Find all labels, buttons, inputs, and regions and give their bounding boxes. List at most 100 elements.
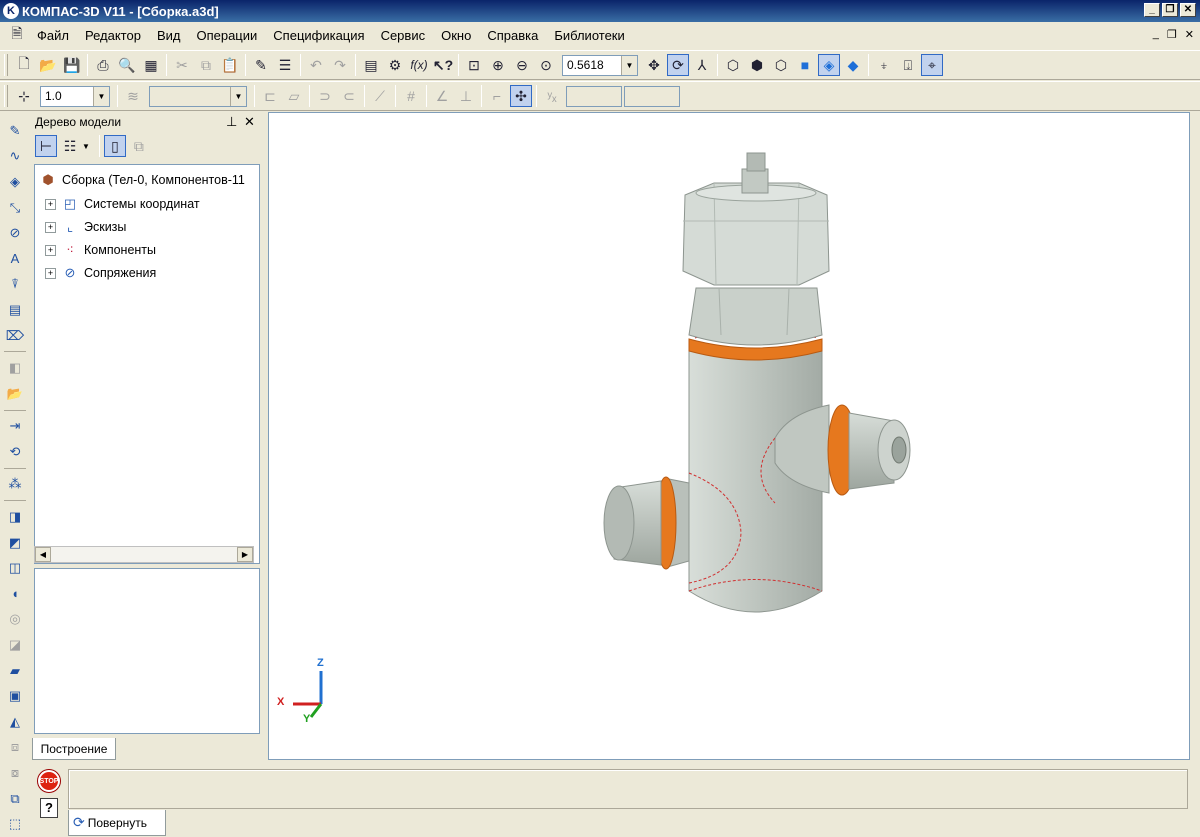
surface-icon[interactable]: ◈ [4, 171, 26, 193]
shell-icon[interactable]: ◫ [4, 557, 26, 579]
dimension-icon[interactable]: A [4, 248, 26, 270]
snap-magnet-icon[interactable]: ⊃ [314, 85, 336, 107]
fillet-icon[interactable]: ◖ [4, 583, 26, 605]
create-part-icon[interactable]: ◧ [4, 357, 26, 379]
expand-icon[interactable]: + [45, 198, 56, 210]
layer-select[interactable]: ▼ [149, 85, 247, 107]
coord-y-field[interactable] [624, 85, 680, 107]
chevron-down-icon[interactable]: ▼ [93, 86, 109, 106]
tree-item-mates[interactable]: + ⊘ Сопряжения [45, 262, 156, 284]
menu-window[interactable]: Окно [433, 28, 479, 43]
hidden-thin-icon[interactable]: ⬡ [770, 54, 792, 76]
edit-in-place-icon[interactable]: ⌖ [921, 54, 943, 76]
new-icon[interactable]: 🗋 [13, 54, 35, 76]
tree-item-coordinate-systems[interactable]: + ◰ Системы координат [45, 193, 200, 215]
scroll-right-icon[interactable]: ▶ [237, 547, 253, 562]
tree-copy-icon[interactable]: ⧉ [128, 135, 150, 157]
tree-horizontal-scrollbar[interactable]: ◀ ▶ [34, 546, 254, 563]
menu-edit[interactable]: Редактор [77, 28, 149, 43]
cube-icon[interactable]: ⬚ [4, 813, 26, 835]
mirror-icon[interactable]: ⧈ [4, 737, 26, 759]
orientation-icon[interactable]: ⅄ [691, 54, 713, 76]
print-icon[interactable]: ⎙ [92, 54, 114, 76]
tree-item-assembly[interactable]: ⬢ Сборка (Тел-0, Компонентов-11 [39, 169, 245, 191]
halftone-icon[interactable]: ■ [794, 54, 816, 76]
undo-icon[interactable]: ↶ [305, 54, 327, 76]
move-component-icon[interactable]: ⇥ [4, 416, 26, 438]
tree-item-sketches[interactable]: + ⌞ Эскизы [45, 216, 126, 238]
tree-structure-icon[interactable]: ⊢ [35, 135, 57, 157]
zoom-out-icon[interactable]: ⊖ [511, 54, 533, 76]
spec-icon[interactable]: ▤ [4, 299, 26, 321]
filter-icon[interactable]: ⍖ [873, 54, 895, 76]
variables-icon[interactable]: f(x) [408, 54, 430, 76]
cursor-snap-icon[interactable]: ✣ [510, 85, 532, 107]
tree-filter-icon[interactable]: ☷ [59, 135, 81, 157]
menu-service[interactable]: Сервис [373, 28, 434, 43]
menu-help[interactable]: Справка [479, 28, 546, 43]
axis-icon[interactable]: ⊥ [455, 85, 477, 107]
manager-icon[interactable]: ▤ [360, 54, 382, 76]
close-icon[interactable]: ✕ [244, 114, 255, 130]
halftone-outline-icon[interactable]: ◈ [818, 54, 840, 76]
menu-operations[interactable]: Операции [188, 28, 265, 43]
chamfer-icon[interactable]: ◪ [4, 634, 26, 656]
perspective-icon[interactable]: ◆ [842, 54, 864, 76]
coordinates-icon[interactable]: ʸₓ [541, 85, 563, 107]
zoom-in-icon[interactable]: ⊕ [487, 54, 509, 76]
chevron-down-icon[interactable]: ▼ [82, 142, 90, 151]
extrude-icon[interactable]: ◨ [4, 506, 26, 528]
zoom-fit-icon[interactable]: ⊙ [535, 54, 557, 76]
snap-point-icon[interactable]: ⊂ [338, 85, 360, 107]
cursor-icon[interactable]: ⌐ [486, 85, 508, 107]
valve-assembly-render[interactable] [269, 113, 1191, 761]
hidden-lines-icon[interactable]: ⬢ [746, 54, 768, 76]
add-component-icon[interactable]: 📂 [4, 383, 26, 405]
help-button[interactable]: ? [40, 798, 58, 818]
close-button[interactable]: ✕ [1180, 3, 1196, 17]
minimize-button[interactable]: _ [1144, 3, 1160, 17]
properties-icon[interactable]: ✎ [250, 54, 272, 76]
mdi-minimize-button[interactable]: _ [1153, 28, 1159, 41]
grid-icon[interactable]: # [400, 85, 422, 107]
chevron-down-icon[interactable]: ▼ [621, 55, 637, 75]
export-icon[interactable]: ▦ [140, 54, 162, 76]
ortho-icon[interactable]: ⟋ [369, 85, 391, 107]
stop-button[interactable]: STOP [38, 770, 60, 792]
section-icon[interactable]: ▰ [4, 660, 26, 682]
model-viewport[interactable]: Z X Y [268, 112, 1190, 760]
mdi-restore-button[interactable]: ❐ [1167, 28, 1177, 41]
hole-icon[interactable]: ◎ [4, 609, 26, 631]
step-icon[interactable]: ⊹ [13, 85, 35, 107]
tab-build[interactable]: Построение [32, 738, 116, 760]
wireframe-icon[interactable]: ⬡ [722, 54, 744, 76]
rotate-component-icon[interactable]: ⟲ [4, 441, 26, 463]
local-cs-icon[interactable]: ⊏ [259, 85, 281, 107]
copy-icon[interactable]: ⧉ [195, 54, 217, 76]
plane-icon[interactable]: ▱ [283, 85, 305, 107]
pattern-icon[interactable]: ⁂ [4, 474, 26, 496]
mdi-close-button[interactable]: ✕ [1185, 28, 1194, 41]
expand-icon[interactable]: + [45, 244, 56, 256]
list-icon[interactable]: ☰ [274, 54, 296, 76]
cross-section-icon[interactable]: ◭ [4, 711, 26, 733]
zoom-input[interactable]: 0.5618 ▼ [562, 54, 638, 76]
library-icon[interactable]: ⚙ [384, 54, 406, 76]
tree-page-icon[interactable]: ▯ [103, 135, 126, 157]
menu-view[interactable]: Вид [149, 28, 189, 43]
boolean-icon[interactable]: ⧉ [4, 788, 26, 810]
rotate-icon[interactable]: ⟳ [667, 54, 689, 76]
context-help-icon[interactable]: ↖? [432, 54, 454, 76]
preview-icon[interactable]: 🔍 [116, 54, 138, 76]
report-icon[interactable]: ⌦ [4, 325, 26, 347]
document-icon[interactable]: 🗎 [6, 24, 28, 46]
angle-icon[interactable]: ∠ [431, 85, 453, 107]
edit-assembly-icon[interactable]: ✎ [4, 120, 26, 142]
coord-x-field[interactable] [566, 85, 622, 107]
menu-file[interactable]: Файл [29, 28, 77, 43]
scale-input[interactable]: 1.0 ▼ [40, 85, 110, 107]
open-icon[interactable]: 📂 [37, 54, 59, 76]
save-icon[interactable]: 💾 [61, 54, 83, 76]
zoom-frame-icon[interactable]: ⊡ [463, 54, 485, 76]
paste-icon[interactable]: 📋 [219, 54, 241, 76]
